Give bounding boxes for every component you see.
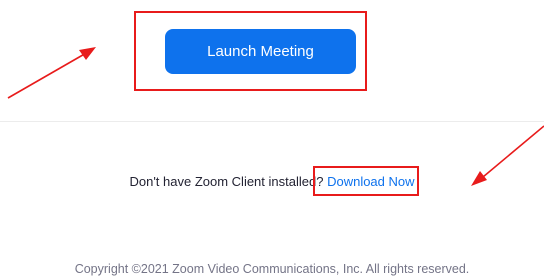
download-link-highlight [313, 166, 419, 196]
section-divider [0, 121, 544, 122]
download-prompt: Don't have Zoom Client installed? Downlo… [0, 174, 544, 189]
launch-meeting-page: Launch Meeting Don't have Zoom Client in… [0, 0, 544, 276]
copyright-text: Copyright ©2021 Zoom Video Communication… [74, 262, 470, 276]
download-question-text: Don't have Zoom Client installed? [129, 174, 324, 189]
red-arrow-icon-left [7, 47, 96, 99]
launch-meeting-button[interactable]: Launch Meeting [165, 29, 356, 74]
